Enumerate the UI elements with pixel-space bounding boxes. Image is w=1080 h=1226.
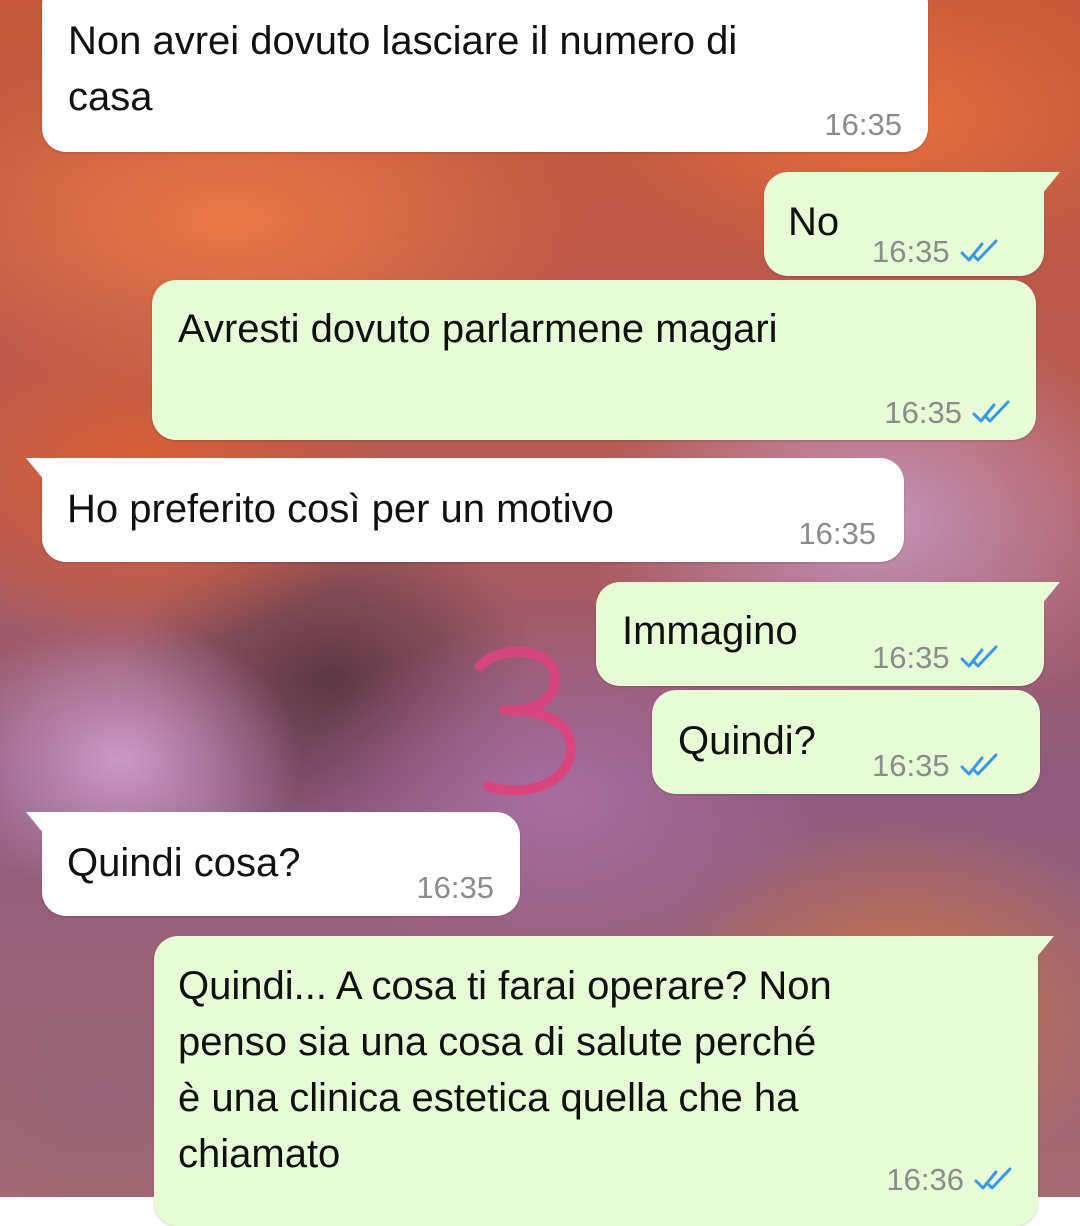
handwritten-annotation (475, 646, 576, 796)
message-text: No (788, 200, 840, 244)
message-meta: 16:35 (872, 738, 1000, 794)
message-time: 16:35 (884, 395, 962, 430)
message-time: 16:35 (872, 640, 950, 675)
message-bubble-incoming[interactable]: Non avrei dovuto lasciare il numero di c… (42, 0, 928, 152)
double-check-icon (960, 753, 998, 776)
message-text: Quindi... A cosa ti farai operare? Non p… (178, 964, 832, 1176)
double-check-icon (974, 1167, 1012, 1190)
message-bubble-outgoing[interactable]: Avresti dovuto parlarmene magari 16:35 (152, 280, 1036, 440)
message-bubble-incoming[interactable]: Ho preferito così per un motivo 16:35 (26, 458, 904, 562)
message-meta: 16:35 (416, 860, 494, 916)
message-meta: 16:35 (872, 630, 1000, 686)
double-check-icon (972, 400, 1010, 423)
message-text: Avresti dovuto parlarmene magari (178, 307, 778, 351)
message-text: Immagino (622, 609, 798, 653)
message-bubble-outgoing[interactable]: Immagino 16:35 (596, 582, 1060, 686)
double-check-icon (960, 645, 998, 668)
message-time: 16:35 (872, 748, 950, 783)
message-text: Ho preferito così per un motivo (67, 487, 614, 531)
message-meta: 16:35 (872, 224, 1000, 280)
message-time: 16:35 (872, 234, 950, 269)
message-bubble-outgoing[interactable]: No 16:35 (764, 172, 1060, 276)
message-meta: 16:35 (824, 97, 902, 153)
message-meta: 16:35 (798, 506, 876, 562)
message-bubble-outgoing[interactable]: Quindi... A cosa ti farai operare? Non p… (154, 936, 1054, 1226)
message-meta: 16:36 (886, 1152, 1014, 1208)
message-time: 16:35 (824, 107, 902, 142)
message-time: 16:36 (886, 1162, 964, 1197)
message-text: Quindi cosa? (67, 841, 301, 885)
message-bubble-outgoing[interactable]: Quindi? 16:35 (652, 690, 1040, 794)
message-bubble-incoming[interactable]: Quindi cosa? 16:35 (26, 812, 520, 916)
double-check-icon (960, 239, 998, 262)
message-time: 16:35 (798, 516, 876, 551)
message-text: Non avrei dovuto lasciare il numero di c… (68, 19, 738, 119)
message-text: Quindi? (678, 719, 816, 763)
message-time: 16:35 (416, 870, 494, 905)
message-meta: 16:35 (884, 385, 1012, 441)
